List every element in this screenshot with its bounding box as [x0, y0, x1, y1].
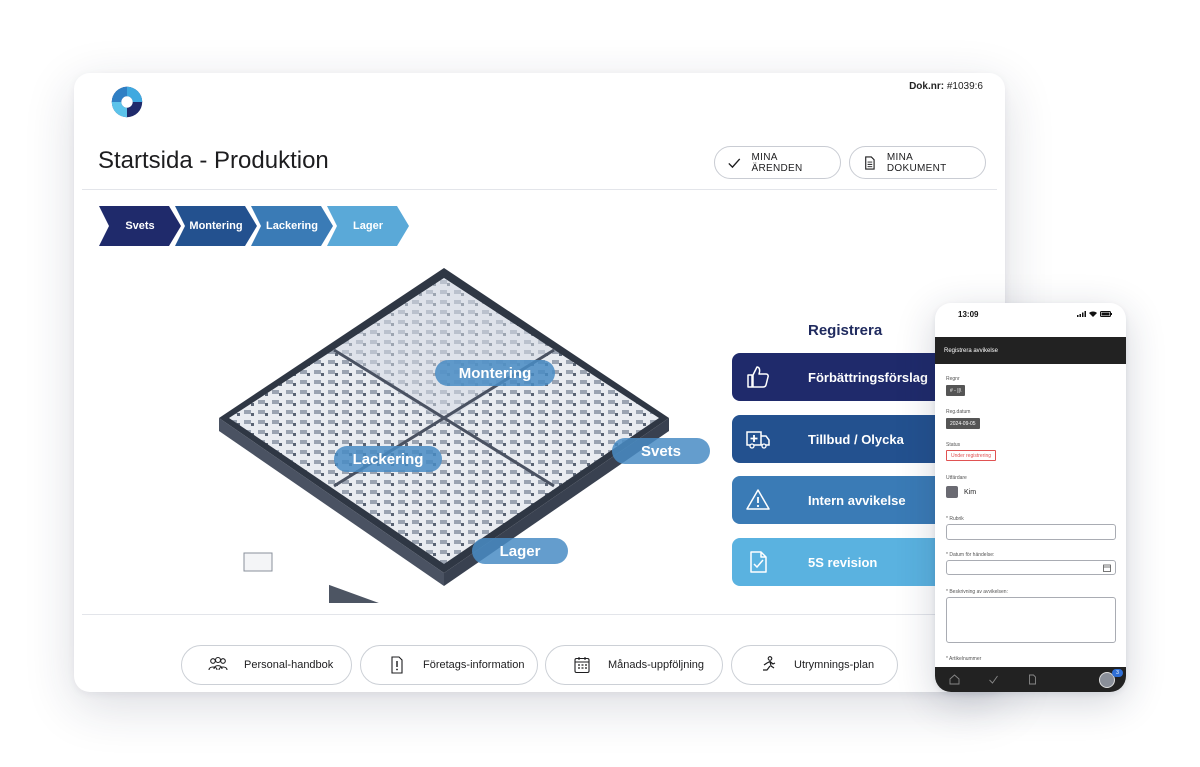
step-montering[interactable]: Montering — [175, 206, 257, 246]
tablet-card: Dok.nr: #1039:6 Startsida - Produktion M… — [74, 73, 1005, 692]
issuer-name: Kim — [964, 488, 977, 496]
document-number-label: Dok.nr: — [909, 81, 945, 92]
area-montering[interactable]: Montering — [435, 360, 555, 386]
company-information-label: Företags-information — [423, 659, 525, 671]
company-information-button[interactable]: Företags-information — [360, 645, 538, 685]
regdatum-label: Reg.datum — [946, 409, 971, 415]
step-lackering-label: Lackering — [266, 220, 318, 232]
regnr-value: # - ||\ — [946, 385, 966, 396]
phone-mockup: 13:09 Registrera avvikelse Regnr # - ||\… — [935, 303, 1126, 692]
factory-map[interactable]: Montering Lackering Svets Lager — [214, 268, 710, 640]
register-title: Registrera — [808, 322, 883, 339]
document-number-value: #1039:6 — [946, 81, 983, 92]
step-lager-label: Lager — [353, 220, 383, 232]
rubrik-label: * Rubrik — [946, 516, 964, 522]
warning-icon — [746, 489, 770, 510]
datum-label: * Datum för händelse: — [946, 552, 995, 558]
calendar-icon[interactable] — [1103, 564, 1111, 572]
notification-badge: 3 — [1112, 669, 1123, 677]
company-logo — [111, 86, 143, 118]
divider — [82, 189, 997, 190]
phone-tab-bar: 3 — [935, 667, 1126, 692]
wifi-icon — [1089, 311, 1097, 317]
step-svets-label: Svets — [125, 220, 155, 232]
page-title: Startsida - Produktion — [98, 147, 329, 174]
monthly-follow-up-label: Månads-uppföljning — [608, 659, 705, 671]
incident-accident-button[interactable]: Tillbud / Olycka — [732, 415, 952, 463]
status-time: 13:09 — [958, 310, 979, 319]
document-icon — [1029, 674, 1036, 685]
running-person-icon — [763, 656, 776, 671]
status-label: Status — [946, 442, 961, 448]
evacuation-plan-label: Utrymnings-plan — [794, 659, 875, 671]
personal-handbook-button[interactable]: Personal-handbok — [181, 645, 352, 685]
ambulance-icon — [746, 431, 770, 449]
avatar — [946, 486, 958, 498]
step-lager[interactable]: Lager — [327, 206, 409, 246]
factory-illustration — [219, 268, 669, 640]
beskrivning-label: * Beskrivning av avvikelsen: — [946, 589, 1008, 595]
tab-tasks[interactable] — [974, 674, 1013, 685]
improvement-suggestion-label: Förbättringsförslag — [808, 369, 928, 385]
incident-accident-label: Tillbud / Olycka — [808, 431, 904, 447]
process-steps: Svets Montering Lackering Lager — [99, 206, 419, 246]
calendar-icon — [574, 657, 590, 674]
status-badge: Under registrering — [946, 450, 997, 461]
datum-input[interactable] — [946, 560, 1116, 575]
rubrik-input[interactable] — [946, 524, 1116, 540]
screen: Dok.nr: #1039:6 Startsida - Produktion M… — [0, 0, 1200, 767]
people-icon — [208, 656, 228, 671]
artikelnummer-label: * Artikelnummer — [946, 656, 982, 662]
area-lager[interactable]: Lager — [472, 538, 568, 564]
my-documents-button[interactable]: MINA DOKUMENT — [849, 146, 986, 179]
tab-home[interactable] — [935, 674, 974, 685]
5s-revision-label: 5S revision — [808, 554, 878, 570]
signal-icon — [1077, 311, 1086, 317]
improvement-suggestion-button[interactable]: Förbättringsförslag — [732, 353, 952, 401]
step-lackering[interactable]: Lackering — [251, 206, 333, 246]
info-document-icon — [391, 656, 403, 674]
tab-documents[interactable] — [1013, 674, 1052, 685]
internal-deviation-label: Intern avvikelse — [808, 492, 906, 508]
battery-icon — [1100, 311, 1112, 317]
utfardare-label: Utfärdare — [946, 475, 967, 481]
5s-revision-button[interactable]: 5S revision — [732, 538, 952, 586]
area-svets[interactable]: Svets — [612, 438, 710, 464]
checkmark-icon — [989, 675, 998, 684]
my-cases-label: MINA ÄRENDEN — [751, 151, 803, 174]
status-icons — [1077, 311, 1112, 317]
my-cases-button[interactable]: MINA ÄRENDEN — [714, 146, 841, 179]
home-icon — [949, 674, 960, 685]
thumbs-up-icon — [747, 366, 769, 388]
evacuation-plan-button[interactable]: Utrymnings-plan — [731, 645, 898, 685]
monthly-follow-up-button[interactable]: Månads-uppföljning — [545, 645, 723, 685]
phone-header: Registrera avvikelse — [935, 337, 1126, 364]
document-number: Dok.nr: #1039:6 — [909, 81, 983, 92]
status-bar: 13:09 — [935, 303, 1126, 325]
checkmark-icon — [728, 157, 741, 168]
beskrivning-textarea[interactable] — [946, 597, 1116, 643]
area-lackering[interactable]: Lackering — [334, 446, 442, 472]
my-documents-label: MINA DOKUMENT — [886, 151, 947, 174]
step-montering-label: Montering — [189, 220, 243, 232]
internal-deviation-button[interactable]: Intern avvikelse — [732, 476, 952, 524]
document-check-icon — [750, 551, 767, 573]
regdatum-value: 2024-09-05 — [946, 418, 980, 429]
regnr-label: Regnr — [946, 376, 960, 382]
issuer: Kim — [946, 486, 976, 498]
divider — [82, 614, 997, 615]
personal-handbook-label: Personal-handbok — [244, 659, 334, 671]
document-icon — [865, 155, 875, 170]
step-svets[interactable]: Svets — [99, 206, 181, 246]
